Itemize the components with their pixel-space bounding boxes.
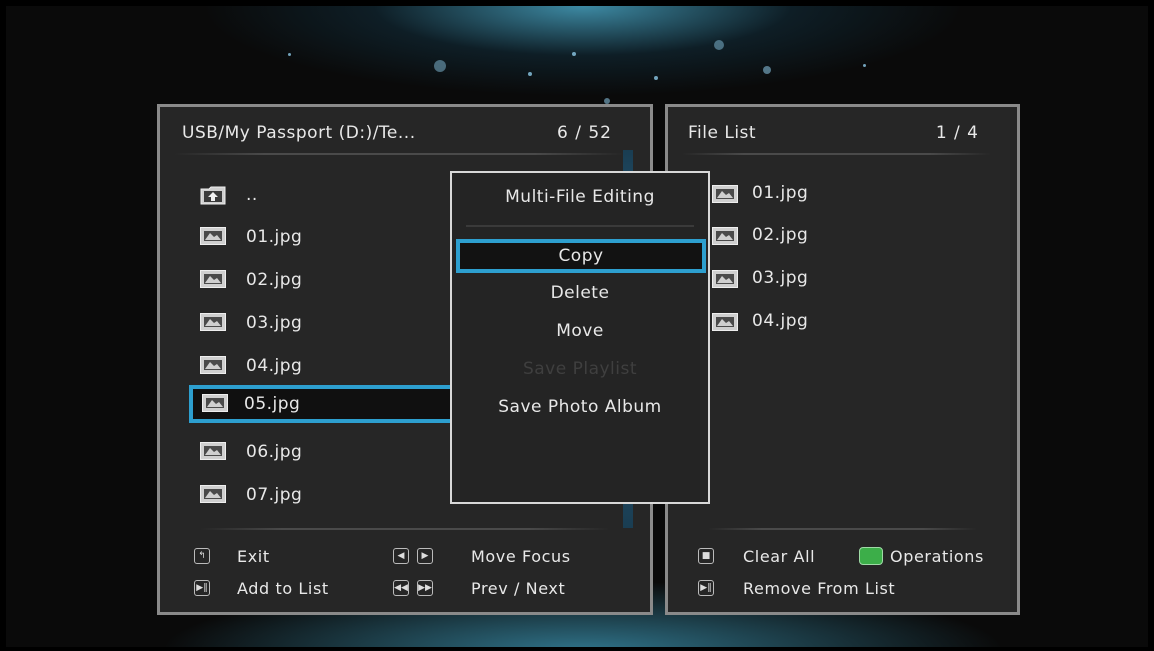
- image-icon: [200, 356, 226, 374]
- file-list-panel: File List 1 / 4 01.jpg 02.jpg 03.jpg 04.…: [665, 104, 1020, 615]
- list-item-label: 03.jpg: [246, 313, 303, 333]
- left-arrow-key-icon: ◀: [393, 548, 409, 564]
- file-list-item-label: 03.jpg: [752, 268, 809, 288]
- sparkle: [654, 76, 658, 80]
- image-icon: [200, 227, 226, 245]
- list-item-label: ..: [246, 185, 258, 205]
- dialog-divider: [466, 225, 694, 227]
- list-item[interactable]: 03.jpg: [186, 305, 446, 341]
- save-photo-album-menu-item[interactable]: Save Photo Album: [452, 397, 708, 417]
- file-list-item-label: 04.jpg: [752, 311, 809, 331]
- play-pause-key-icon: ▶‖: [698, 580, 714, 596]
- list-item-label: 01.jpg: [246, 227, 303, 247]
- exit-hint: Exit: [237, 547, 270, 566]
- sparkle: [714, 40, 724, 50]
- next-key-icon: ▶▶: [417, 580, 433, 596]
- sparkle: [863, 64, 866, 67]
- move-focus-hint: Move Focus: [471, 547, 571, 566]
- sparkle: [572, 52, 576, 56]
- right-arrow-key-icon: ▶: [417, 548, 433, 564]
- sparkle: [763, 66, 771, 74]
- list-item-label: 05.jpg: [244, 394, 301, 414]
- list-item-label: 06.jpg: [246, 442, 303, 462]
- stop-key-icon: ■: [698, 548, 714, 564]
- list-item[interactable]: 01.jpg: [186, 219, 446, 255]
- copy-menu-item[interactable]: Copy: [456, 239, 706, 273]
- remove-from-list-hint: Remove From List: [743, 579, 896, 598]
- list-item-parent-folder[interactable]: ..: [186, 177, 446, 213]
- list-item-label: 07.jpg: [246, 485, 303, 505]
- list-item[interactable]: 02.jpg: [186, 262, 446, 298]
- sparkle: [434, 60, 446, 72]
- prev-key-icon: ◀◀: [393, 580, 409, 596]
- sparkle: [288, 53, 291, 56]
- prev-next-hint: Prev / Next: [471, 579, 566, 598]
- add-to-list-hint: Add to List: [237, 579, 329, 598]
- file-list-page-count: 1 / 4: [935, 123, 979, 143]
- file-list-item[interactable]: 01.jpg: [712, 179, 972, 215]
- delete-menu-item[interactable]: Delete: [452, 283, 708, 303]
- image-icon: [200, 442, 226, 460]
- image-icon: [712, 313, 738, 331]
- dialog-title: Multi-File Editing: [505, 187, 655, 207]
- list-item[interactable]: 06.jpg: [186, 434, 446, 470]
- footer-divider: [200, 528, 610, 530]
- operations-hint: Operations: [890, 547, 984, 566]
- list-item[interactable]: 04.jpg: [186, 348, 446, 384]
- sparkle: [528, 72, 532, 76]
- browser-path-title: USB/My Passport (D:)/Te...: [182, 123, 416, 143]
- list-item-label: 04.jpg: [246, 356, 303, 376]
- green-key-icon: [859, 547, 883, 565]
- file-list-item[interactable]: 02.jpg: [712, 221, 972, 257]
- image-icon: [200, 485, 226, 503]
- image-icon: [712, 270, 738, 288]
- browser-page-count: 6 / 52: [557, 123, 612, 143]
- title-divider: [682, 153, 991, 155]
- file-list-item[interactable]: 04.jpg: [712, 307, 972, 343]
- multi-file-editing-dialog: Multi-File Editing Copy Delete Move Save…: [450, 171, 710, 504]
- file-list-item[interactable]: 03.jpg: [712, 264, 972, 300]
- file-list-item-label: 02.jpg: [752, 225, 809, 245]
- title-divider: [174, 153, 624, 155]
- move-menu-item[interactable]: Move: [452, 321, 708, 341]
- file-list-title: File List: [688, 123, 757, 143]
- file-list-item-label: 01.jpg: [752, 183, 809, 203]
- back-key-icon: ↰: [194, 548, 210, 564]
- image-icon: [202, 394, 228, 412]
- play-pause-key-icon: ▶‖: [194, 580, 210, 596]
- footer-divider: [708, 528, 977, 530]
- list-item-selected[interactable]: 05.jpg: [189, 385, 455, 423]
- list-item-label: 02.jpg: [246, 270, 303, 290]
- list-item[interactable]: 07.jpg: [186, 477, 446, 513]
- folder-up-icon: [200, 185, 226, 205]
- image-icon: [200, 313, 226, 331]
- image-icon: [200, 270, 226, 288]
- image-icon: [712, 185, 738, 203]
- image-icon: [712, 227, 738, 245]
- clear-all-hint: Clear All: [743, 547, 816, 566]
- save-playlist-menu-item: Save Playlist: [522, 359, 638, 379]
